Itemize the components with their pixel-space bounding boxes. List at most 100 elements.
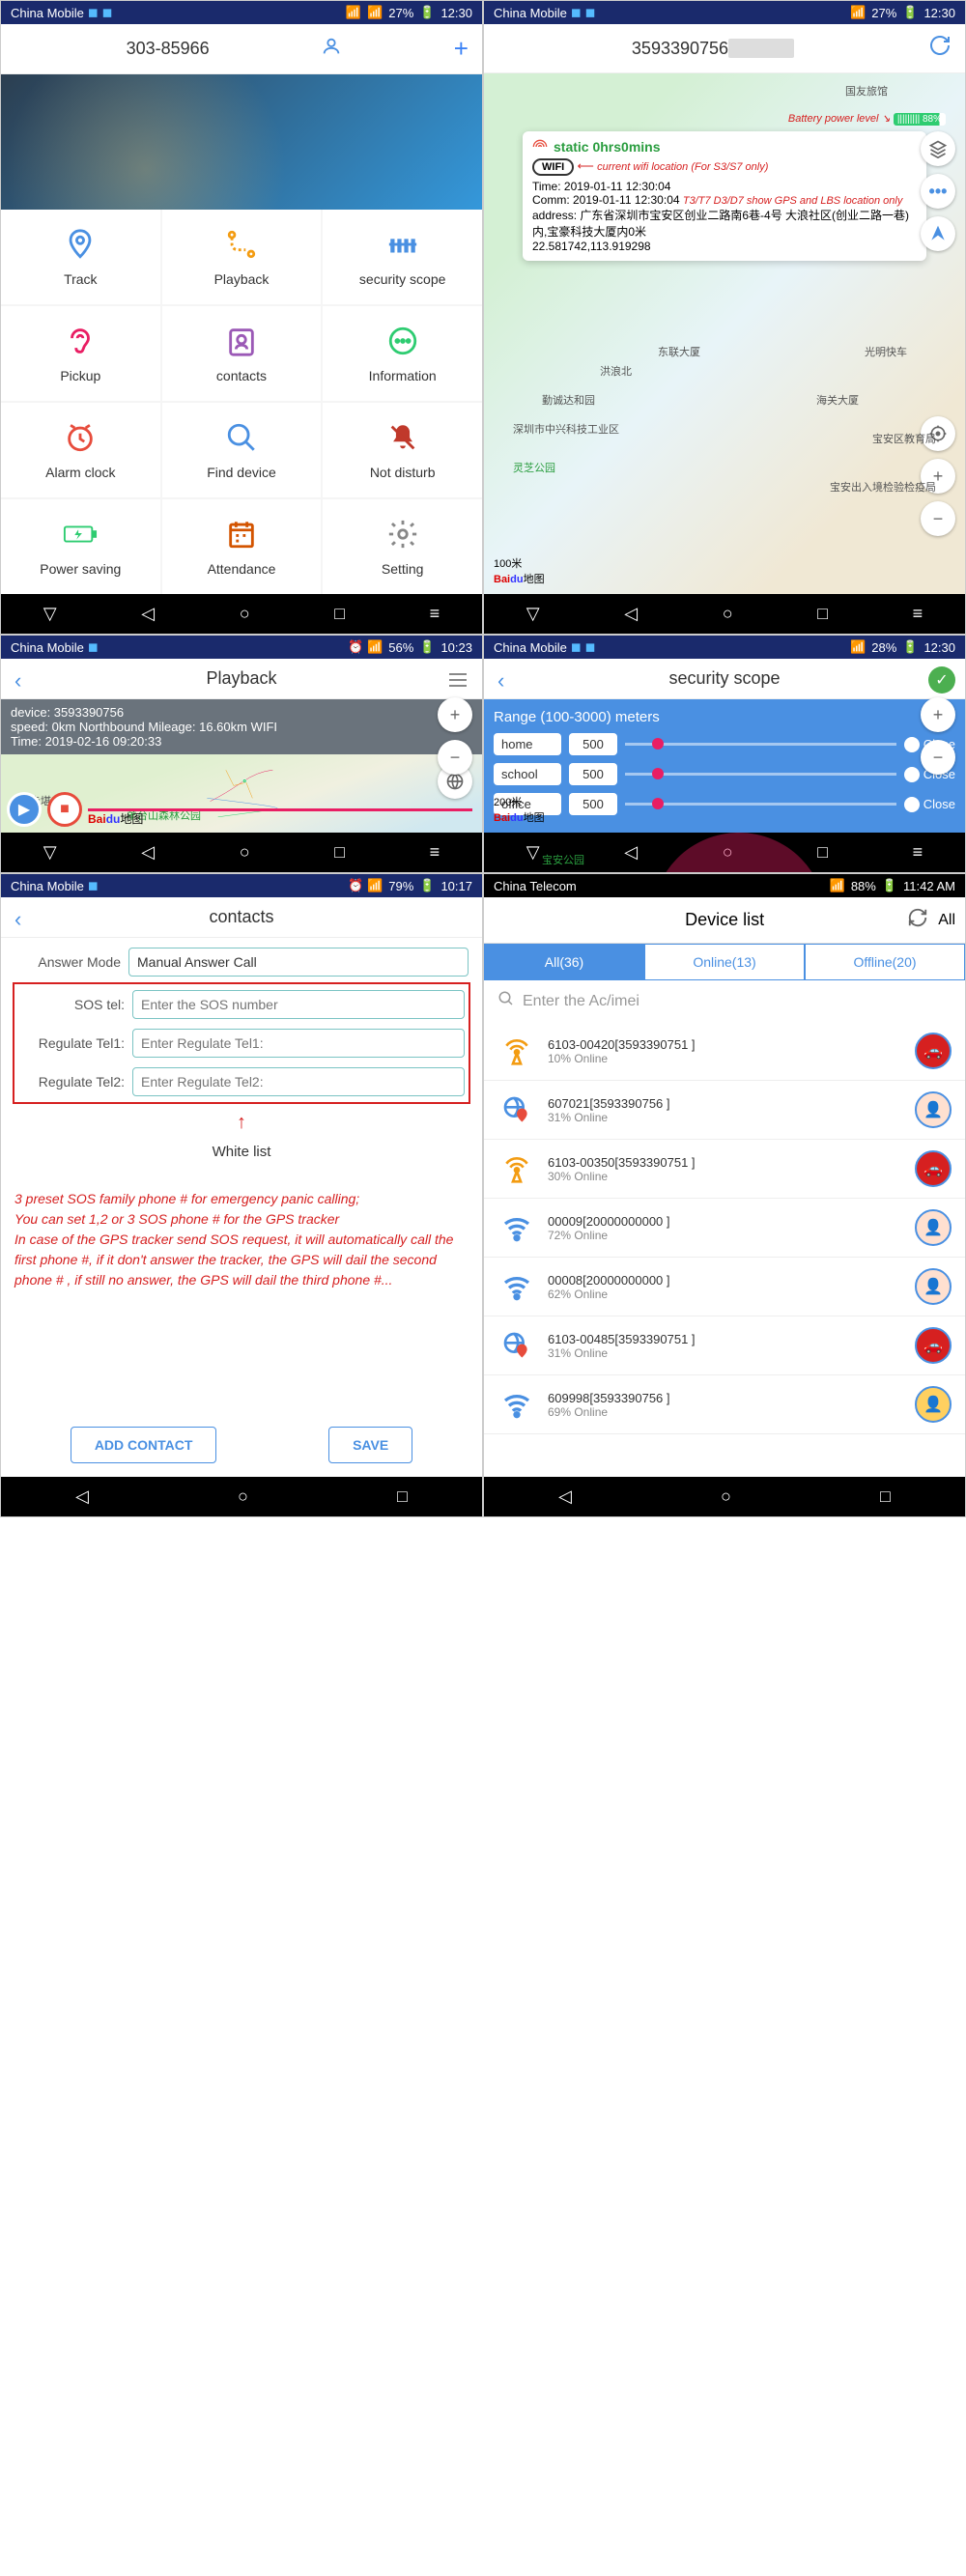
nav-bar: ◁ ○ □ [484, 1477, 965, 1516]
answer-mode-select[interactable]: Manual Answer Call [128, 948, 469, 977]
contact-actions: ADD CONTACT SAVE [1, 1413, 482, 1477]
nav-recent-icon[interactable]: □ [334, 604, 345, 624]
gps-coords: 22.581742,113.919298 [532, 240, 917, 253]
nav-down-icon[interactable]: ▽ [43, 604, 57, 624]
nav-recent-icon[interactable]: □ [817, 604, 828, 624]
nav-back-icon[interactable]: ◁ [75, 1486, 89, 1507]
nav-down-icon[interactable]: ▽ [526, 842, 540, 863]
device-avatar-icon[interactable]: 🚗 [915, 1150, 952, 1187]
zoom-out-icon[interactable]: − [438, 740, 472, 775]
confirm-icon[interactable]: ✓ [928, 666, 955, 694]
map-more-icon[interactable]: ••• [921, 174, 955, 209]
nav-home-icon[interactable]: ○ [723, 604, 733, 624]
regulate-tel2-input[interactable] [132, 1067, 465, 1096]
all-filter[interactable]: All [938, 912, 955, 929]
status-bar: China Mobile ◼ ⏰ 📶 56% 🔋 10:23 [1, 636, 482, 659]
device-avatar-icon[interactable]: 🚗 [915, 1327, 952, 1364]
nav-back-icon[interactable]: ◁ [141, 604, 155, 624]
zoom-in-icon[interactable]: + [438, 697, 472, 732]
back-icon[interactable]: ‹ [497, 668, 504, 694]
map-view[interactable]: Battery power level ↘ ||||||||| 88% stat… [484, 73, 965, 594]
user-icon[interactable] [321, 36, 342, 63]
menu-contacts[interactable]: contacts [162, 306, 322, 401]
device-row[interactable]: 609998[3593390756 ]69% Online 👤 [484, 1375, 965, 1434]
back-icon[interactable]: ‹ [14, 668, 21, 694]
white-list-link[interactable]: White list [14, 1134, 469, 1170]
reg1-row: Regulate Tel1: [18, 1029, 465, 1058]
device-row[interactable]: 00008[20000000000 ]62% Online 👤 [484, 1258, 965, 1316]
device-avatar-icon[interactable]: 👤 [915, 1209, 952, 1246]
device-row[interactable]: 6103-00350[3593390751 ]30% Online 🚗 [484, 1140, 965, 1199]
nav-menu-icon[interactable]: ≡ [913, 842, 923, 863]
menu-attendance[interactable]: Attendance [162, 499, 322, 594]
zoom-out-icon[interactable]: − [921, 740, 955, 775]
refresh-icon[interactable] [907, 907, 928, 933]
nav-down-icon[interactable]: ▽ [43, 842, 57, 863]
menu-find-device[interactable]: Find device [162, 403, 322, 497]
menu-track[interactable]: Track [1, 210, 160, 304]
form-label: Answer Mode [14, 954, 121, 970]
nav-menu-icon[interactable]: ≡ [913, 604, 923, 624]
device-row[interactable]: 00009[20000000000 ]72% Online 👤 [484, 1199, 965, 1258]
add-contact-button[interactable]: ADD CONTACT [71, 1427, 217, 1463]
device-avatar-icon[interactable]: 👤 [915, 1386, 952, 1423]
device-avatar-icon[interactable]: 👤 [915, 1091, 952, 1128]
plus-icon[interactable]: + [454, 34, 469, 64]
menu-pickup[interactable]: Pickup [1, 306, 160, 401]
nav-back-icon[interactable]: ◁ [558, 1486, 572, 1507]
regulate-tel1-input[interactable] [132, 1029, 465, 1058]
fence-radius-input[interactable]: 500 [569, 733, 617, 755]
nav-menu-icon[interactable]: ≡ [430, 842, 440, 863]
zoom-in-icon[interactable]: + [921, 697, 955, 732]
tab-offline[interactable]: Offline(20) [805, 944, 965, 980]
tab-online[interactable]: Online(13) [644, 944, 805, 980]
map-nav-icon[interactable] [921, 216, 955, 251]
back-icon[interactable]: ‹ [14, 907, 21, 932]
nav-back-icon[interactable]: ◁ [624, 842, 638, 863]
device-avatar-icon[interactable]: 👤 [915, 1268, 952, 1305]
nav-recent-icon[interactable]: □ [397, 1486, 408, 1507]
nav-home-icon[interactable]: ○ [240, 842, 250, 863]
map-layers-icon[interactable] [921, 131, 955, 166]
fence-slider[interactable] [625, 773, 896, 776]
fence-slider[interactable] [625, 803, 896, 806]
menu-icon[interactable] [447, 672, 469, 693]
save-button[interactable]: SAVE [328, 1427, 412, 1463]
playback-map[interactable]: 赤堪 羊台山森林公园 深圳野生动物园 塘朗山公园 南坑社区 深云村 世界之窗 深… [1, 754, 482, 833]
zoom-out-icon[interactable]: − [921, 501, 955, 536]
fence-radius-input[interactable]: 500 [569, 763, 617, 785]
menu-power-saving[interactable]: Power saving [1, 499, 160, 594]
device-row[interactable]: 607021[3593390756 ]31% Online 👤 [484, 1081, 965, 1140]
menu-playback[interactable]: Playback [162, 210, 322, 304]
nav-down-icon[interactable]: ▽ [526, 604, 540, 624]
fence-name-input[interactable]: home [494, 733, 561, 755]
nav-recent-icon[interactable]: □ [880, 1486, 891, 1507]
device-row[interactable]: 6103-00485[3593390751 ]31% Online 🚗 [484, 1316, 965, 1375]
device-avatar-icon[interactable]: 🚗 [915, 1033, 952, 1069]
nav-back-icon[interactable]: ◁ [624, 604, 638, 624]
nav-back-icon[interactable]: ◁ [141, 842, 155, 863]
device-row[interactable]: 6103-00420[3593390751 ]10% Online 🚗 [484, 1022, 965, 1081]
stop-button[interactable]: ■ [47, 792, 82, 827]
tab-all[interactable]: All(36) [484, 944, 644, 980]
close-button[interactable]: Close [904, 797, 955, 812]
menu-setting[interactable]: Setting [323, 499, 482, 594]
fence-radius-input[interactable]: 500 [569, 793, 617, 815]
fence-slider[interactable] [625, 743, 896, 746]
nav-home-icon[interactable]: ○ [721, 1486, 731, 1507]
menu-security-scope[interactable]: security scope [323, 210, 482, 304]
playback-progress[interactable] [88, 808, 472, 811]
menu-information[interactable]: Information [323, 306, 482, 401]
play-button[interactable]: ▶ [7, 792, 42, 827]
nav-home-icon[interactable]: ○ [238, 1486, 248, 1507]
search-input[interactable]: Enter the Ac/imei [523, 993, 639, 1010]
nav-home-icon[interactable]: ○ [240, 604, 250, 624]
refresh-icon[interactable] [928, 34, 952, 63]
menu-alarm-clock[interactable]: Alarm clock [1, 403, 160, 497]
menu-not-disturb[interactable]: Not disturb [323, 403, 482, 497]
nav-recent-icon[interactable]: □ [817, 842, 828, 863]
fence-name-input[interactable]: school [494, 763, 561, 785]
nav-recent-icon[interactable]: □ [334, 842, 345, 863]
sos-tel-input[interactable] [132, 990, 465, 1019]
nav-menu-icon[interactable]: ≡ [430, 604, 440, 624]
